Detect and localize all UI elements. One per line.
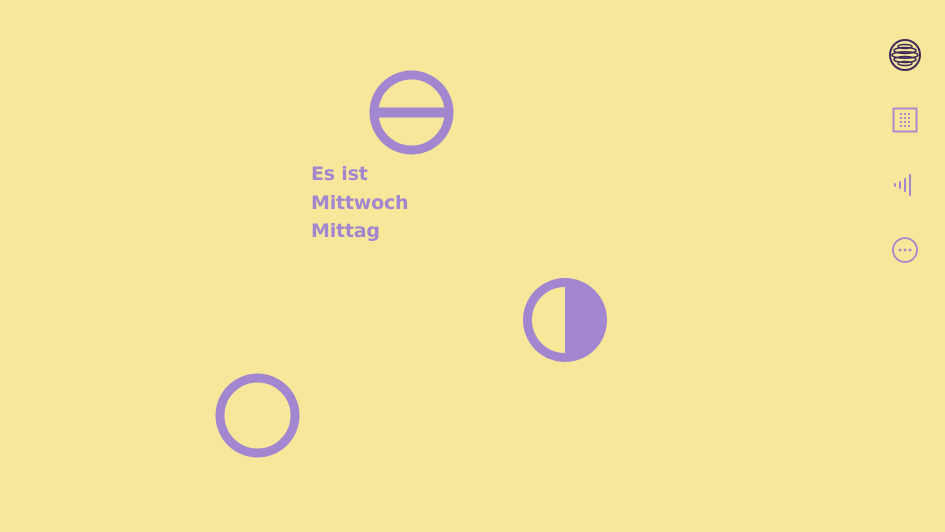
time-line-1: Es ist bbox=[311, 163, 368, 185]
sound-nav-button[interactable] bbox=[888, 168, 922, 202]
side-navigation bbox=[888, 38, 922, 298]
ring-icon bbox=[215, 373, 300, 458]
current-time-text: Es ist Mittwoch Mittag bbox=[311, 160, 409, 246]
more-nav-button[interactable] bbox=[888, 233, 922, 267]
grid-nav-button[interactable] bbox=[888, 103, 922, 137]
globe-nav-button[interactable] bbox=[888, 38, 922, 72]
time-line-3: Mittag bbox=[311, 220, 380, 242]
sound-bars-icon bbox=[894, 174, 911, 196]
circle-horizontal-bar-icon bbox=[369, 70, 454, 155]
more-options-icon bbox=[892, 237, 918, 263]
grid-square-icon bbox=[892, 107, 918, 133]
half-filled-circle-icon bbox=[523, 278, 607, 362]
main-canvas: Es ist Mittwoch Mittag bbox=[0, 0, 945, 532]
time-line-2: Mittwoch bbox=[311, 191, 409, 214]
globe-lines-icon bbox=[889, 39, 921, 71]
